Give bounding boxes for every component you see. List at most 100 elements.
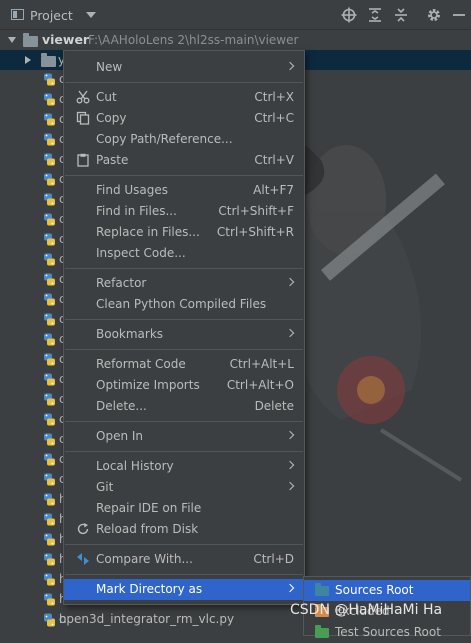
menu-item-find-in-files[interactable]: Find in Files... Ctrl+Shift+F <box>64 201 304 222</box>
hide-panel-icon[interactable] <box>451 7 467 23</box>
menu-item-reload-from-disk[interactable]: Reload from Disk <box>64 519 304 540</box>
folder-icon <box>41 53 56 67</box>
collapsed-caret-icon[interactable] <box>25 56 31 64</box>
menu-item-reformat-code[interactable]: Reformat Code Ctrl+Alt+L <box>64 354 304 375</box>
menu-item-label: Reformat Code <box>96 357 186 371</box>
cut-icon <box>76 90 90 104</box>
submenu-arrow-icon <box>285 328 295 338</box>
menu-item-label: Copy <box>96 111 127 125</box>
menu-item-label: Delete... <box>96 399 147 413</box>
python-file-icon <box>43 453 56 466</box>
python-file-icon <box>43 573 56 586</box>
locate-target-icon[interactable] <box>341 7 357 23</box>
menu-item-label: Refactor <box>96 276 147 290</box>
menu-item-shortcut: Ctrl+Alt+O <box>226 378 294 392</box>
menu-item-label: Optimize Imports <box>96 378 200 392</box>
menu-item-copy-path-reference[interactable]: Copy Path/Reference... <box>64 129 304 150</box>
menu-item-label: Bookmarks <box>96 327 164 341</box>
menu-item-local-history[interactable]: Local History <box>64 456 304 477</box>
compare-icon <box>76 552 90 566</box>
menu-item-inspect-code[interactable]: Inspect Code... <box>64 243 304 264</box>
gear-icon[interactable] <box>426 7 442 23</box>
tree-file-label[interactable]: open3d_integrator_rm_vlc.py <box>59 612 234 626</box>
tree-root-row[interactable]: viewer F:\AAHoloLens 2\hl2ss-main\viewer <box>0 30 471 50</box>
submenu-arrow-icon <box>285 277 295 287</box>
menu-item-new[interactable]: New <box>64 57 304 78</box>
menu-item-label: Compare With... <box>96 552 193 566</box>
menu-item-label: Local History <box>96 459 174 473</box>
menu-separator <box>65 319 303 320</box>
menu-item-repair-ide-on-file[interactable]: Repair IDE on File <box>64 498 304 519</box>
folder-icon <box>23 33 38 47</box>
expand-caret-icon[interactable] <box>8 37 16 43</box>
copy-icon <box>76 111 90 125</box>
menu-item-shortcut: Ctrl+C <box>254 111 294 125</box>
menu-item-label: Find Usages <box>96 183 169 197</box>
menu-item-label: Copy Path/Reference... <box>96 132 233 146</box>
python-file-icon <box>43 153 56 166</box>
python-file-icon <box>43 593 56 606</box>
menu-separator <box>65 268 303 269</box>
root-folder-path: F:\AAHoloLens 2\hl2ss-main\viewer <box>88 33 299 47</box>
menu-item-label: Repair IDE on File <box>96 501 202 515</box>
menu-item-open-in[interactable]: Open In <box>64 426 304 447</box>
menu-item-label: Paste <box>96 153 129 167</box>
submenu-arrow-icon <box>285 430 295 440</box>
python-file-icon <box>43 533 56 546</box>
project-view-icon <box>11 9 24 20</box>
reload-icon <box>76 522 90 536</box>
menu-separator <box>65 451 303 452</box>
python-file-icon <box>43 213 56 226</box>
menu-item-label: Git <box>96 480 114 494</box>
menu-item-mark-directory-as[interactable]: Mark Directory as <box>64 579 304 600</box>
python-file-icon <box>43 473 56 486</box>
menu-item-find-usages[interactable]: Find Usages Alt+F7 <box>64 180 304 201</box>
python-file-icon <box>43 233 56 246</box>
expand-all-icon[interactable] <box>367 7 383 23</box>
submenu-arrow-icon <box>285 481 295 491</box>
menu-item-bookmarks[interactable]: Bookmarks <box>64 324 304 345</box>
menu-item-optimize-imports[interactable]: Optimize Imports Ctrl+Alt+O <box>64 375 304 396</box>
menu-separator <box>65 574 303 575</box>
menu-item-shortcut: Delete <box>254 399 294 413</box>
menu-item-delete[interactable]: Delete... Delete <box>64 396 304 417</box>
python-file-icon <box>43 93 56 106</box>
menu-item-copy[interactable]: Copy Ctrl+C <box>64 108 304 129</box>
menu-item-clean-python-compiled-files[interactable]: Clean Python Compiled Files <box>64 294 304 315</box>
python-file-icon <box>43 513 56 526</box>
menu-separator <box>65 82 303 83</box>
context-menu: New Cut Ctrl+X Copy Ctrl+C Copy Path/Referenc… <box>63 50 305 605</box>
folder-icon <box>315 583 329 596</box>
python-file-icon <box>43 433 56 446</box>
submenu-item-sources-root[interactable]: Sources Root <box>304 580 470 601</box>
menu-item-replace-in-files[interactable]: Replace in Files... Ctrl+Shift+R <box>64 222 304 243</box>
menu-item-label: Inspect Code... <box>96 246 186 260</box>
submenu-item-label: Test Sources Root <box>335 625 441 639</box>
panel-title[interactable]: Project <box>30 8 73 23</box>
menu-item-shortcut: Ctrl+D <box>253 552 294 566</box>
python-file-icon <box>43 553 56 566</box>
python-file-icon <box>43 373 56 386</box>
menu-item-git[interactable]: Git <box>64 477 304 498</box>
menu-item-paste[interactable]: Paste Ctrl+V <box>64 150 304 171</box>
menu-item-shortcut: Ctrl+Shift+R <box>216 225 294 239</box>
menu-item-label: Find in Files... <box>96 204 177 218</box>
python-file-icon <box>43 193 56 206</box>
dropdown-chevron-icon[interactable] <box>86 12 96 18</box>
python-file-icon <box>43 173 56 186</box>
menu-item-compare-with[interactable]: Compare With... Ctrl+D <box>64 549 304 570</box>
menu-item-refactor[interactable]: Refactor <box>64 273 304 294</box>
python-file-icon <box>43 293 56 306</box>
menu-item-shortcut: Ctrl+Shift+F <box>218 204 294 218</box>
menu-item-label: Cut <box>96 90 117 104</box>
collapse-all-icon[interactable] <box>393 7 409 23</box>
menu-item-cut[interactable]: Cut Ctrl+X <box>64 87 304 108</box>
root-folder-name: viewer <box>42 32 90 47</box>
python-file-icon <box>43 273 56 286</box>
menu-item-shortcut: Ctrl+Alt+L <box>229 357 294 371</box>
paste-icon <box>76 153 90 167</box>
python-file-icon <box>43 313 56 326</box>
submenu-item-test-sources-root[interactable]: Test Sources Root <box>304 622 470 643</box>
submenu-arrow-icon <box>285 460 295 470</box>
python-file-icon <box>43 614 56 627</box>
